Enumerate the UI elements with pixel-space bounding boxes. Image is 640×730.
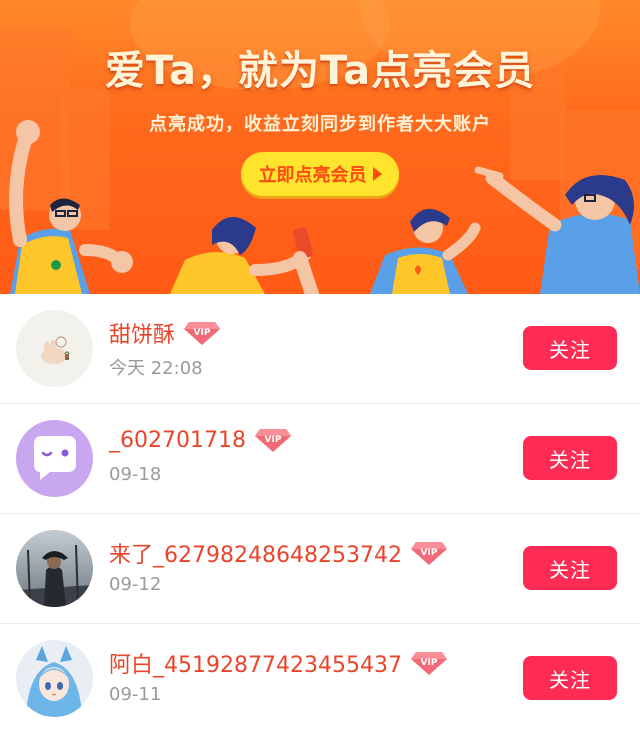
play-triangle-icon — [372, 167, 382, 181]
light-up-membership-button[interactable]: 立即点亮会员 — [241, 152, 399, 196]
list-item: 甜饼酥 VIP 今天 22:08 关注 — [0, 294, 640, 404]
avatar[interactable] — [16, 640, 93, 717]
anime-girl-avatar-icon — [16, 640, 93, 717]
person-figure — [9, 120, 133, 294]
vip-text: VIP — [420, 548, 437, 558]
vip-text: VIP — [420, 658, 437, 668]
user-name[interactable]: 甜饼酥 — [109, 317, 175, 349]
follow-button[interactable]: 关注 — [523, 656, 617, 700]
follow-button[interactable]: 关注 — [523, 436, 617, 480]
follow-button[interactable]: 关注 — [523, 546, 617, 590]
cta-label: 立即点亮会员 — [258, 165, 367, 186]
list-item: 阿白_45192877423455437 VIP 09-11 关注 — [0, 624, 640, 730]
avatar[interactable] — [16, 420, 93, 497]
vip-badge-icon: VIP — [254, 429, 291, 452]
user-name[interactable]: 阿白_45192877423455437 — [109, 647, 402, 679]
vip-text: VIP — [265, 435, 282, 445]
person-figure — [370, 208, 481, 294]
chat-bubble-avatar-icon — [16, 420, 93, 497]
user-name[interactable]: _602701718 — [109, 428, 246, 453]
person-figure — [474, 166, 640, 294]
follow-time: 今天 22:08 — [109, 358, 203, 379]
avatar[interactable] — [16, 530, 93, 607]
vip-badge-icon: VIP — [410, 542, 447, 565]
list-item: _602701718 VIP 09-18 关注 — [0, 404, 640, 514]
vip-badge-icon: VIP — [184, 322, 221, 345]
follow-time: 09-11 — [109, 684, 162, 705]
bunny-avatar-icon — [16, 310, 93, 387]
follow-time: 09-12 — [109, 574, 162, 595]
promo-banner: 爱Ta，就为Ta点亮会员 点亮成功，收益立刻同步到作者大大账户 立即点亮会员 — [0, 0, 640, 294]
vip-text: VIP — [194, 328, 211, 338]
list-item: 来了_62798248648253742 VIP 09-12 关注 — [0, 514, 640, 624]
supporter-list: 甜饼酥 VIP 今天 22:08 关注 _602701718 VIP 09-18… — [0, 294, 640, 730]
follow-button[interactable]: 关注 — [523, 326, 617, 370]
user-name[interactable]: 来了_62798248648253742 — [109, 537, 402, 569]
vip-badge-icon: VIP — [410, 652, 447, 675]
banner-title: 爱Ta，就为Ta点亮会员 — [104, 48, 536, 94]
pirate-photo-avatar-icon — [16, 530, 93, 607]
follow-time: 09-18 — [109, 464, 162, 485]
avatar[interactable] — [16, 310, 93, 387]
banner-subtitle: 点亮成功，收益立刻同步到作者大大账户 — [149, 114, 491, 135]
